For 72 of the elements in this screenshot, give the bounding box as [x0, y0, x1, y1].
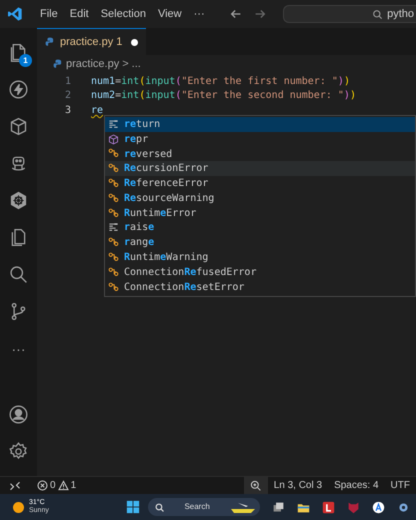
line-number: 2 [64, 89, 71, 104]
breadcrumb-separator: > [122, 56, 129, 72]
search-icon[interactable] [8, 264, 29, 285]
suggestion-item[interactable]: ReferenceError [105, 176, 415, 191]
class-icon [108, 208, 119, 219]
keyword-icon [108, 222, 119, 234]
menu-item[interactable]: View [152, 6, 188, 22]
window-stack-icon[interactable] [272, 500, 285, 514]
editor-logo-icon [7, 6, 23, 22]
circle-a-icon[interactable] [372, 500, 385, 514]
breadcrumb-item[interactable]: ... [132, 56, 141, 72]
gear-app-icon[interactable] [397, 500, 410, 514]
search-icon [155, 502, 164, 512]
search-icon [372, 8, 384, 20]
menu-item[interactable]: ··· [188, 6, 211, 22]
suggestion-item[interactable]: ConnectionResetError [105, 280, 415, 295]
cube-icon[interactable] [8, 116, 29, 137]
suggestion-item[interactable]: ResourceWarning [105, 190, 415, 206]
class-icon [108, 163, 119, 174]
notification-badge: 1 [19, 54, 32, 67]
status-item[interactable]: UTF [384, 478, 416, 493]
suggestion-item[interactable]: return [105, 117, 415, 132]
class-icon [108, 237, 119, 248]
taskbar-search[interactable]: Search [148, 498, 260, 516]
line-number: 3 [64, 104, 71, 118]
menu-item[interactable]: Selection [94, 6, 152, 22]
settings-icon[interactable] [8, 441, 29, 462]
cube-icon [108, 134, 119, 145]
warning-icon [58, 480, 69, 491]
class-icon [108, 266, 119, 278]
command-center-search[interactable]: pytho [282, 5, 416, 23]
breadcrumb-item[interactable]: practice.py [66, 56, 120, 72]
remote-icon[interactable] [9, 480, 21, 492]
zoom-button[interactable] [244, 476, 268, 494]
class-icon [108, 178, 119, 190]
class-icon [108, 192, 119, 204]
boat-drawing [230, 501, 256, 513]
suggestion-item[interactable]: RuntimeError [105, 206, 415, 221]
python-file-icon [45, 37, 55, 47]
editor-tab[interactable]: practice.py 1 [37, 28, 146, 55]
suggestion-item[interactable]: raise [105, 220, 415, 236]
code-line: re [91, 104, 104, 118]
keyword-icon [108, 118, 119, 130]
suggestion-item[interactable]: RecursionError [105, 161, 415, 176]
python-file-icon [53, 59, 63, 69]
status-item[interactable]: Ln 3, Col 3 [268, 478, 328, 493]
sun-icon [13, 502, 24, 512]
menu-item[interactable]: File [34, 6, 64, 22]
hexagon-wheel-icon[interactable] [8, 190, 29, 211]
status-item[interactable]: Spaces: 4 [328, 478, 385, 493]
zoom-in-icon [250, 480, 262, 491]
code-line: num2=int(input("Enter the second number: ")) [91, 89, 356, 104]
letter-l-icon[interactable] [322, 500, 335, 514]
menu-item[interactable]: Edit [64, 6, 95, 22]
start-icon[interactable] [126, 500, 140, 514]
suggestion-item[interactable]: ConnectionRefusedError [105, 264, 415, 280]
account-icon[interactable] [8, 404, 29, 425]
class-icon [108, 252, 119, 264]
forward-arrow-icon[interactable] [252, 7, 267, 21]
lightning-icon[interactable] [8, 79, 29, 100]
suggestion-item[interactable]: repr [105, 132, 415, 147]
more-button[interactable]: ··· [12, 342, 26, 356]
suggestion-item[interactable]: RuntimeWarning [105, 250, 415, 265]
code-line: num1=int(input("Enter the first number: ")) [91, 74, 350, 89]
suggestion-item[interactable]: reversed [105, 146, 415, 162]
suggestion-item[interactable]: range [105, 235, 415, 250]
class-icon [108, 282, 119, 293]
back-arrow-icon[interactable] [228, 7, 243, 21]
problems-button[interactable]: 0 1 [37, 478, 76, 493]
error-icon [37, 480, 48, 491]
class-icon [108, 148, 119, 160]
line-number: 1 [64, 74, 71, 89]
